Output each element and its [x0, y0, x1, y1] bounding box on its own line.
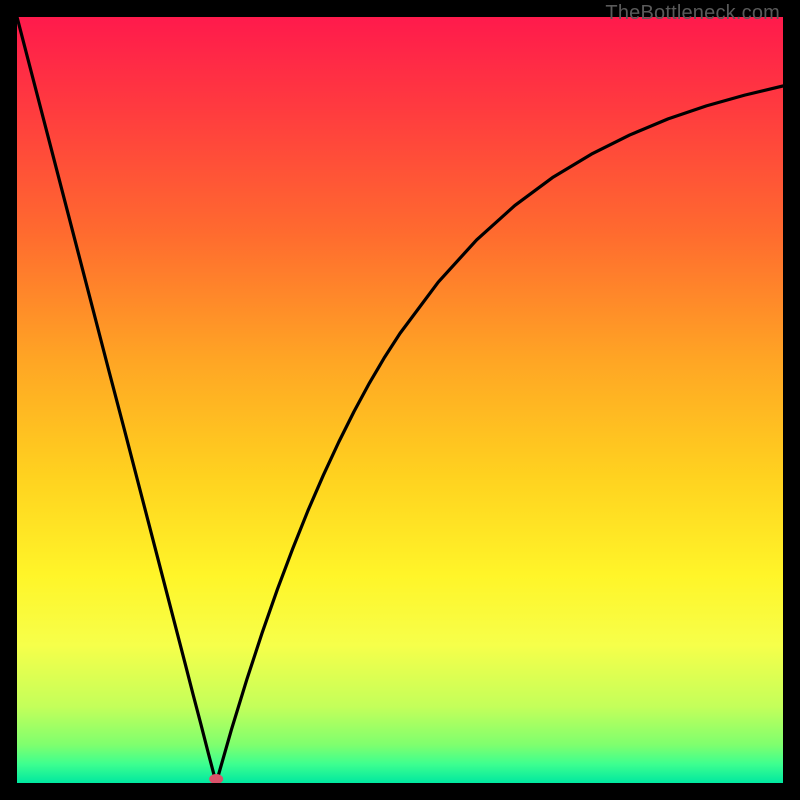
- bottleneck-chart: [17, 17, 783, 783]
- watermark-text: TheBottleneck.com: [605, 2, 780, 25]
- chart-frame: [17, 17, 783, 783]
- gradient-background: [17, 17, 783, 783]
